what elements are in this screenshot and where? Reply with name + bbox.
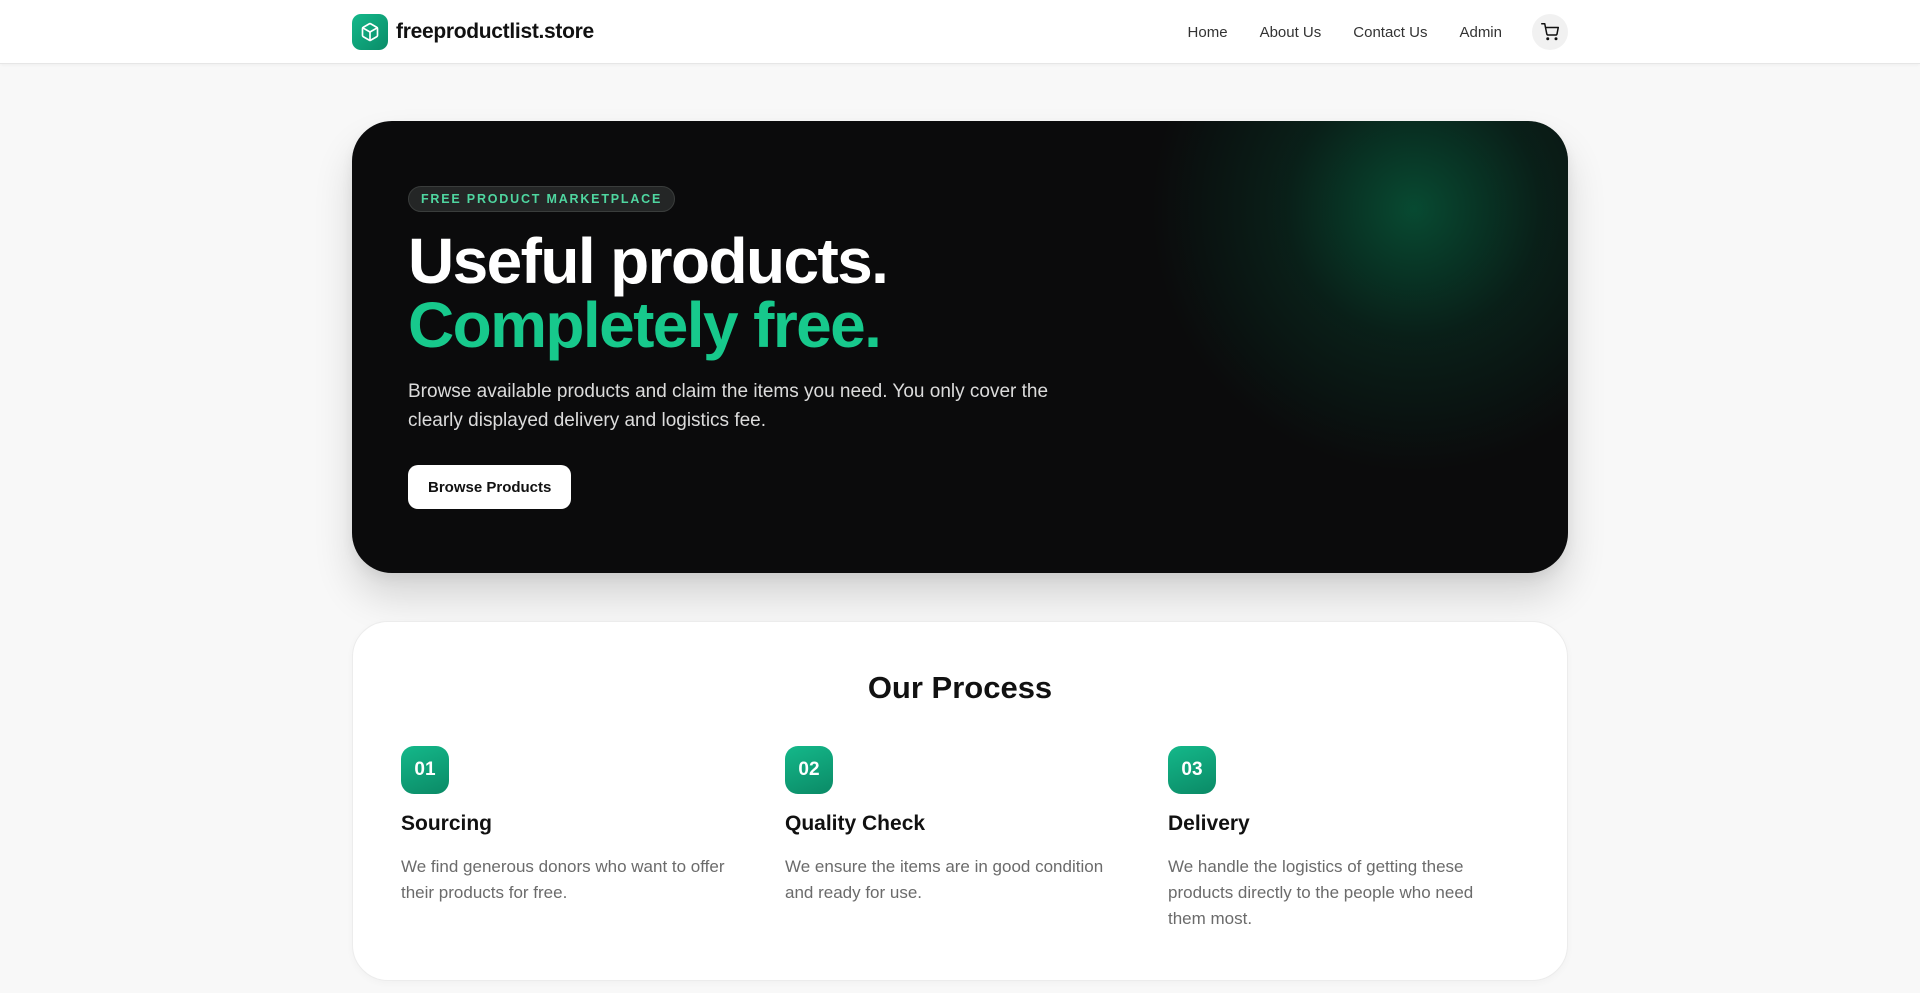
step-title: Delivery xyxy=(1168,812,1250,835)
hero-banner: FREE PRODUCT MARKETPLACE Useful products… xyxy=(352,121,1568,573)
nav-link-admin[interactable]: Admin xyxy=(1459,24,1502,41)
shopping-cart-icon xyxy=(1541,23,1559,41)
site-header: freeproductlist.store Home About Us Cont… xyxy=(0,0,1920,64)
hero-title-line-1: Useful products. xyxy=(408,225,889,297)
step-number-badge: 03 xyxy=(1168,746,1216,794)
step-number-badge: 01 xyxy=(401,746,449,794)
brand-home-link[interactable]: freeproductlist.store xyxy=(352,14,594,50)
hero-description: Browse available products and claim the … xyxy=(408,381,1049,431)
browse-products-button[interactable]: Browse Products xyxy=(408,465,572,509)
nav-link-about-us[interactable]: About Us xyxy=(1260,24,1322,41)
step-title: Quality Check xyxy=(785,812,926,835)
nav-link-home[interactable]: Home xyxy=(1188,24,1228,41)
step-description: We ensure the items are in good conditio… xyxy=(785,857,1104,902)
step-title: Sourcing xyxy=(401,812,493,835)
hero-title-line-2: Completely free. xyxy=(408,289,882,361)
process-step-sourcing: 01 Sourcing We find generous donors who … xyxy=(401,746,746,906)
step-description: We find generous donors who want to offe… xyxy=(401,857,725,902)
process-title: Our Process xyxy=(867,670,1053,705)
hero-badge: FREE PRODUCT MARKETPLACE xyxy=(408,186,676,212)
step-description: We handle the logistics of getting these… xyxy=(1168,857,1474,928)
nav-link-contact-us[interactable]: Contact Us xyxy=(1353,24,1427,41)
step-number-badge: 02 xyxy=(785,746,833,794)
hero-glow-decoration xyxy=(1128,121,1568,521)
package-box-icon xyxy=(352,14,388,50)
cart-button[interactable] xyxy=(1532,14,1568,50)
process-section: Our Process 01 Sourcing We find generous… xyxy=(352,621,1568,981)
hero-title: Useful products. Completely free. xyxy=(408,225,889,361)
process-step-delivery: 03 Delivery We handle the logistics of g… xyxy=(1168,746,1513,932)
main-nav: Home About Us Contact Us Admin xyxy=(1188,14,1568,50)
brand-name: freeproductlist.store xyxy=(396,20,594,43)
process-step-quality-check: 02 Quality Check We ensure the items are… xyxy=(785,746,1130,906)
